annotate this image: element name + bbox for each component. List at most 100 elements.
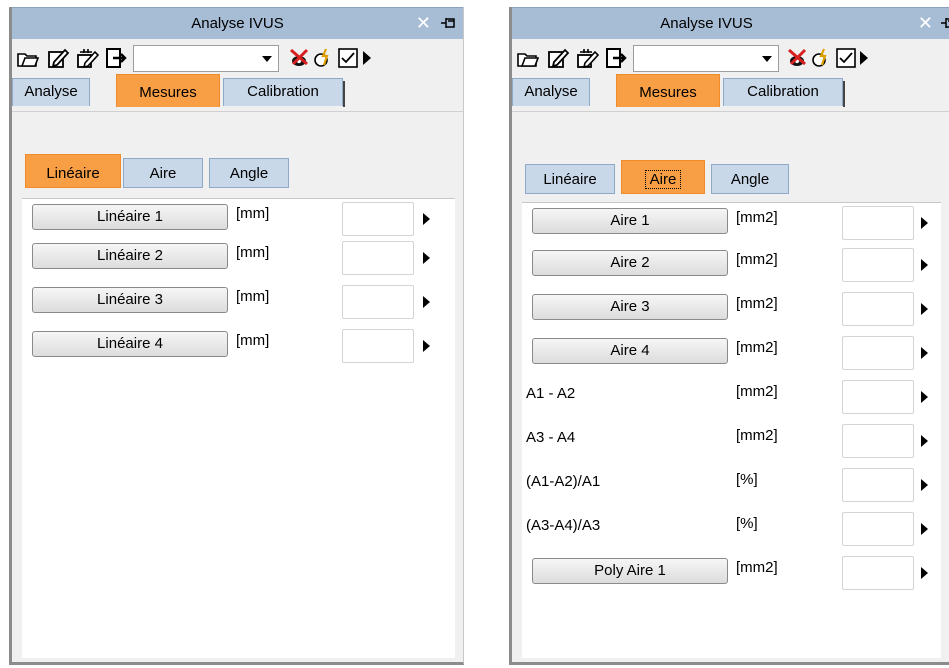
measure-row: Linéaire 3 [mm] bbox=[22, 285, 455, 321]
unit-label: [mm2] bbox=[736, 339, 778, 356]
tab-analyse[interactable]: Analyse bbox=[512, 78, 590, 106]
measure-button[interactable]: Linéaire 1 bbox=[32, 204, 228, 230]
mesures-tab-body: Linéaire Aire Angle Linéaire 1 [mm] Liné… bbox=[12, 111, 463, 662]
close-icon[interactable]: ✕ bbox=[918, 8, 933, 39]
menu-arrow-icon[interactable] bbox=[921, 347, 928, 359]
measure-button[interactable]: Linéaire 2 bbox=[32, 243, 228, 269]
toolbar bbox=[512, 39, 949, 77]
unit-label: [mm] bbox=[236, 205, 270, 222]
unit-label: [mm2] bbox=[736, 559, 778, 576]
open-folder-icon[interactable] bbox=[16, 46, 40, 70]
menu-arrow-icon[interactable] bbox=[921, 479, 928, 491]
more-tools-icon[interactable] bbox=[860, 51, 868, 65]
measure-button[interactable]: Aire 1 bbox=[532, 208, 728, 234]
auto-detect-icon[interactable] bbox=[312, 46, 336, 70]
value-field[interactable] bbox=[842, 206, 914, 240]
measure-row: Poly Aire 1 [mm2] bbox=[522, 556, 941, 592]
edit-note-icon[interactable] bbox=[46, 46, 70, 70]
more-tools-icon[interactable] bbox=[363, 51, 371, 65]
edit-all-icon[interactable] bbox=[76, 46, 100, 70]
measure-button[interactable]: Poly Aire 1 bbox=[532, 558, 728, 584]
value-field[interactable] bbox=[842, 512, 914, 546]
measure-button[interactable]: Aire 4 bbox=[532, 338, 728, 364]
menu-arrow-icon[interactable] bbox=[921, 435, 928, 447]
value-field[interactable] bbox=[842, 380, 914, 414]
tab-analyse[interactable]: Analyse bbox=[12, 78, 90, 106]
analysis-panel-left: Analyse IVUS ✕ Analyse Mesures Calibrati… bbox=[9, 7, 464, 665]
value-field[interactable] bbox=[342, 241, 414, 275]
tab-mesures[interactable]: Mesures bbox=[116, 74, 220, 107]
unit-label: [mm2] bbox=[736, 251, 778, 268]
tab-calibration[interactable]: Calibration bbox=[723, 78, 845, 107]
value-field[interactable] bbox=[842, 424, 914, 458]
mesures-tab-body: Linéaire Aire Angle Aire 1 [mm2] Aire 2 … bbox=[512, 111, 949, 662]
measure-select[interactable] bbox=[133, 45, 279, 72]
measure-label: A3 - A4 bbox=[526, 429, 576, 446]
edit-note-icon[interactable] bbox=[546, 46, 570, 70]
unit-label: [mm2] bbox=[736, 383, 778, 400]
value-field[interactable] bbox=[842, 556, 914, 590]
measure-button[interactable]: Aire 2 bbox=[532, 250, 728, 276]
unit-label: [mm2] bbox=[736, 427, 778, 444]
value-field[interactable] bbox=[842, 468, 914, 502]
subtab-angle[interactable]: Angle bbox=[711, 164, 789, 194]
chevron-down-icon[interactable] bbox=[762, 56, 772, 62]
edit-all-icon[interactable] bbox=[576, 46, 600, 70]
value-field[interactable] bbox=[342, 285, 414, 319]
subtab-angle[interactable]: Angle bbox=[209, 158, 289, 188]
export-icon[interactable] bbox=[604, 46, 628, 70]
menu-arrow-icon[interactable] bbox=[423, 340, 430, 352]
measure-row: Linéaire 2 [mm] bbox=[22, 241, 455, 277]
checklist-icon[interactable] bbox=[336, 46, 360, 70]
menu-arrow-icon[interactable] bbox=[423, 252, 430, 264]
subtab-aire[interactable]: Aire bbox=[123, 158, 203, 188]
subtab-aire[interactable]: Aire bbox=[621, 160, 705, 194]
hide-overlay-icon[interactable] bbox=[288, 46, 312, 70]
value-field[interactable] bbox=[342, 202, 414, 236]
measure-button[interactable]: Aire 3 bbox=[532, 294, 728, 320]
menu-arrow-icon[interactable] bbox=[921, 391, 928, 403]
value-field[interactable] bbox=[842, 248, 914, 282]
menu-arrow-icon[interactable] bbox=[423, 296, 430, 308]
measure-row: Linéaire 4 [mm] bbox=[22, 329, 455, 365]
measure-row: Linéaire 1 [mm] bbox=[22, 202, 455, 238]
measure-row: (A1-A2)/A1 [%] bbox=[522, 468, 941, 504]
tab-mesures[interactable]: Mesures bbox=[616, 74, 720, 107]
panel-title: Analyse IVUS bbox=[191, 15, 284, 32]
hide-overlay-icon[interactable] bbox=[786, 46, 810, 70]
measure-row: Aire 4 [mm2] bbox=[522, 336, 941, 372]
menu-arrow-icon[interactable] bbox=[921, 303, 928, 315]
value-field[interactable] bbox=[842, 292, 914, 326]
unit-label: [mm] bbox=[236, 244, 270, 261]
subtab-lineaire[interactable]: Linéaire bbox=[25, 154, 121, 188]
unit-label: [mm2] bbox=[736, 209, 778, 226]
menu-arrow-icon[interactable] bbox=[921, 523, 928, 535]
chevron-down-icon[interactable] bbox=[262, 56, 272, 62]
unit-label: [%] bbox=[736, 515, 758, 532]
export-icon[interactable] bbox=[104, 46, 128, 70]
pin-icon[interactable] bbox=[941, 17, 949, 29]
auto-detect-icon[interactable] bbox=[810, 46, 834, 70]
pin-icon[interactable] bbox=[441, 17, 455, 29]
measure-label: (A3-A4)/A3 bbox=[526, 517, 601, 534]
checklist-icon[interactable] bbox=[834, 46, 858, 70]
menu-arrow-icon[interactable] bbox=[921, 567, 928, 579]
menu-arrow-icon[interactable] bbox=[921, 259, 928, 271]
measure-row: Aire 2 [mm2] bbox=[522, 248, 941, 284]
measure-row: Aire 3 [mm2] bbox=[522, 292, 941, 328]
value-field[interactable] bbox=[342, 329, 414, 363]
panel-titlebar: Analyse IVUS ✕ bbox=[12, 7, 463, 39]
tab-calibration[interactable]: Calibration bbox=[223, 78, 345, 107]
measure-button[interactable]: Linéaire 4 bbox=[32, 331, 228, 357]
open-folder-icon[interactable] bbox=[516, 46, 540, 70]
subtab-lineaire[interactable]: Linéaire bbox=[525, 164, 615, 194]
close-icon[interactable]: ✕ bbox=[416, 8, 431, 39]
unit-label: [mm] bbox=[236, 288, 270, 305]
measure-button[interactable]: Linéaire 3 bbox=[32, 287, 228, 313]
menu-arrow-icon[interactable] bbox=[921, 217, 928, 229]
value-field[interactable] bbox=[842, 336, 914, 370]
unit-label: [%] bbox=[736, 471, 758, 488]
measure-select[interactable] bbox=[633, 45, 779, 72]
menu-arrow-icon[interactable] bbox=[423, 213, 430, 225]
panel-titlebar: Analyse IVUS ✕ bbox=[512, 7, 949, 39]
